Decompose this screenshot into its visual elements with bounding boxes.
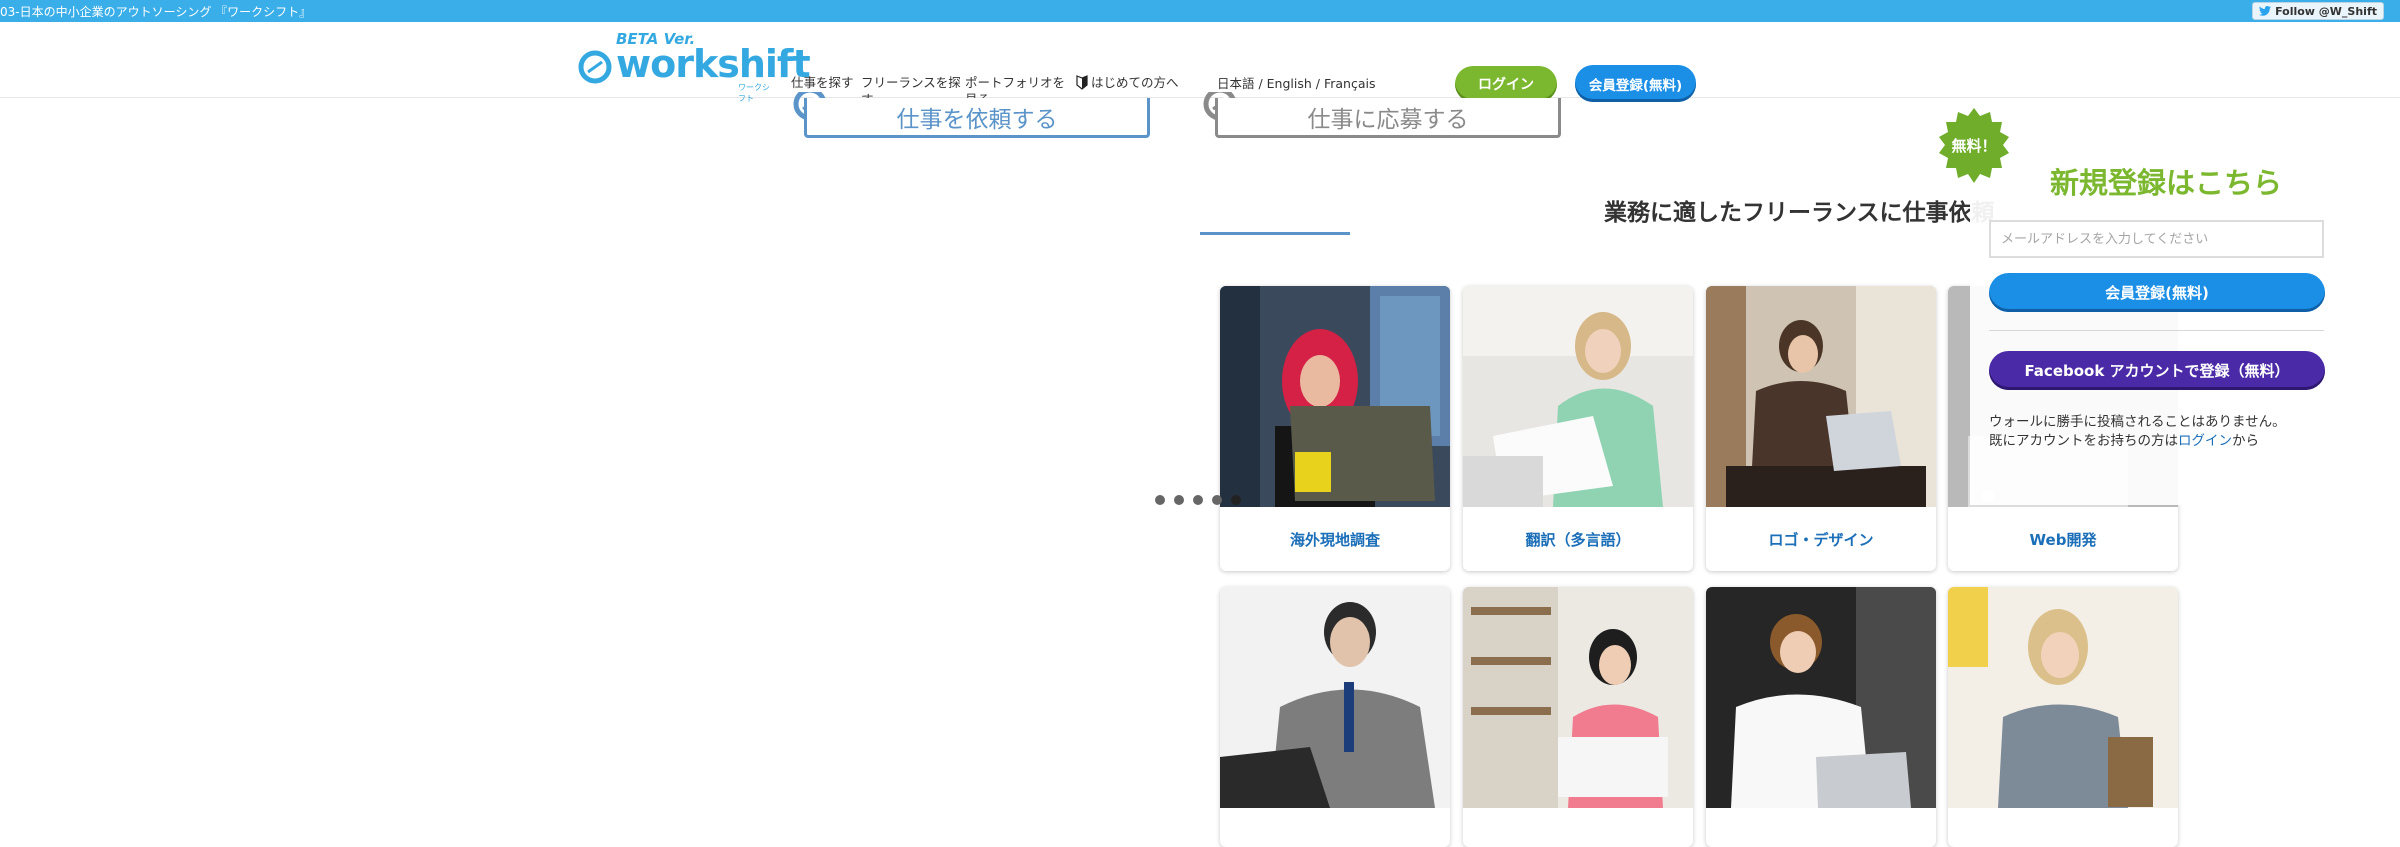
category-card-row2-1[interactable] (1220, 587, 1450, 847)
free-badge-text: 無料！ (1951, 137, 1996, 155)
workshift-mark-icon (578, 50, 612, 84)
category-label: 海外現地調査 (1289, 530, 1380, 549)
tab-apply-job[interactable]: 仕事に応募する (1215, 98, 1561, 138)
register-button-panel[interactable]: 会員登録(無料) (1989, 273, 2325, 312)
note-line-1: ウォールに勝手に投稿されることはありません。 (1989, 414, 2286, 430)
language-switcher[interactable]: 日本語 / English / Français (1217, 75, 1377, 92)
smiling-woman-photo (1948, 587, 2178, 808)
logo-kana: ワークシフト (738, 83, 770, 103)
category-card-translation[interactable]: 翻訳（多言語） (1463, 286, 1693, 571)
carousel-dot-active[interactable] (1231, 495, 1241, 505)
carousel-dot[interactable] (1193, 495, 1203, 505)
carousel-dot[interactable] (1212, 495, 1222, 505)
beginner-mark-icon (1076, 75, 1088, 90)
category-card-logo-design[interactable]: ロゴ・デザイン (1706, 286, 1936, 571)
section-title: 業務に適したフリーランスに仕事依頼 (1604, 200, 1995, 226)
nav-find-jobs[interactable]: 仕事を探す (791, 74, 857, 91)
note-line-2-suffix: から (2232, 433, 2259, 449)
panel-divider (1989, 330, 2324, 331)
free-badge-icon: 無料！ (1939, 108, 2009, 183)
register-button-header[interactable]: 会員登録(無料) (1575, 65, 1696, 102)
businessman-photo (1220, 587, 1450, 808)
follow-label: Follow @W_Shift (2275, 4, 2377, 18)
logo-wordmark: workshift (616, 42, 811, 86)
young-man-photo (1706, 587, 1936, 808)
email-field[interactable] (1989, 220, 2324, 258)
register-panel-note: ウォールに勝手に投稿されることはありません。 既にアカウントをお持ちの方はログイ… (1989, 413, 2286, 451)
note-line-2: 既にアカウントをお持ちの方はログインから (1989, 432, 2286, 451)
twitter-follow-button[interactable]: Follow @W_Shift (2252, 2, 2384, 20)
twitter-bird-icon (2259, 6, 2272, 16)
category-card-row2-3[interactable] (1706, 587, 1936, 847)
logo-design-photo (1706, 286, 1936, 507)
category-label: ロゴ・デザイン (1768, 530, 1874, 549)
workshift-logo[interactable]: BETA Ver. workshift ワークシフト (578, 30, 811, 103)
category-label: Web開発 (2029, 530, 2097, 549)
login-button[interactable]: ログイン (1455, 66, 1557, 102)
translation-photo (1463, 286, 1693, 507)
note-login-link[interactable]: ログイン (2178, 433, 2232, 449)
nav-first-time[interactable]: はじめての方へ (1076, 74, 1206, 91)
tab-request-job[interactable]: 仕事を依頼する (804, 98, 1150, 138)
research-photo (1220, 286, 1450, 507)
carousel-dots (1155, 495, 1241, 505)
facebook-register-button[interactable]: Facebook アカウントで登録（無料） (1989, 351, 2325, 390)
site-header: BETA Ver. workshift ワークシフト 仕事を探す フリーランスを… (0, 22, 2400, 107)
carousel-dot[interactable] (1155, 495, 1165, 505)
nav-first-time-label: はじめての方へ (1091, 75, 1179, 90)
carousel-dot[interactable] (1174, 495, 1184, 505)
category-label: 翻訳（多言語） (1525, 530, 1631, 549)
top-strip: 03-日本の中小企業のアウトソーシング 『ワークシフト』 Follow @W_S… (0, 0, 2400, 22)
section-underline (1200, 232, 1350, 235)
category-card-research[interactable]: 海外現地調査 (1220, 286, 1450, 571)
register-panel (1970, 150, 2340, 505)
page-tagline: 03-日本の中小企業のアウトソーシング 『ワークシフト』 (0, 5, 312, 19)
category-card-row2-4[interactable] (1948, 587, 2178, 847)
register-panel-title: 新規登録はこちら (2050, 166, 2283, 200)
office-woman-photo (1463, 587, 1693, 808)
category-card-row2-2[interactable] (1463, 587, 1693, 847)
note-line-2-prefix: 既にアカウントをお持ちの方は (1989, 433, 2178, 449)
